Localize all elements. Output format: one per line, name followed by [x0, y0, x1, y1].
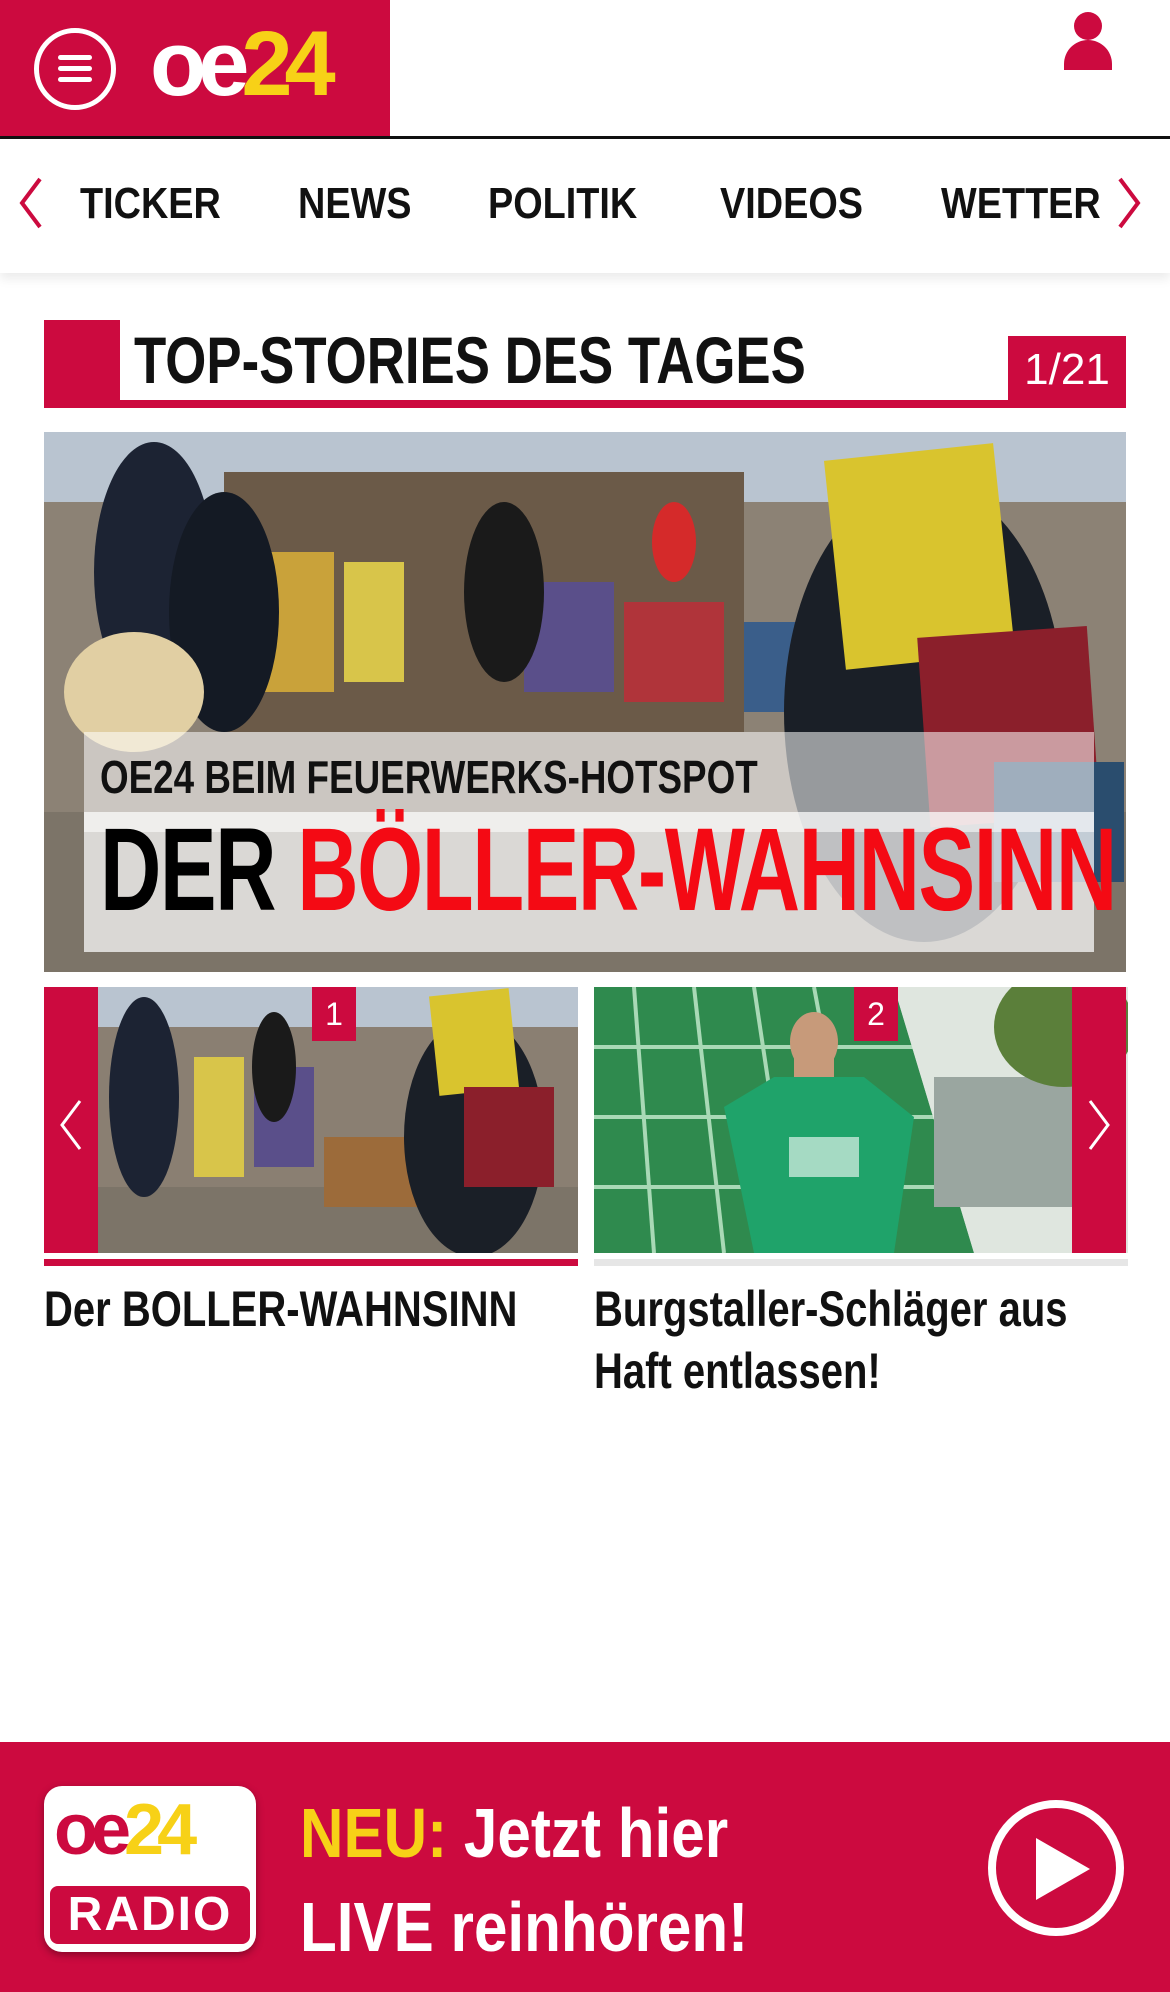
card-title[interactable]: Burgstaller-Schläger aus Haft entlassen!	[594, 1278, 1122, 1402]
nav-item-politik[interactable]: POLITIK	[488, 179, 637, 229]
story-counter: 1/21	[1008, 336, 1126, 400]
radio-banner[interactable]: oe24 RADIO NEU: Jetzt hier LIVE reinhöre…	[0, 1742, 1170, 1992]
card-title[interactable]: Der BOLLER-WAHNSINN	[44, 1278, 572, 1340]
card-thumbnail: 2	[594, 987, 1128, 1253]
section-heading: TOP-STORIES DES TAGES 1/21	[44, 320, 1126, 408]
play-icon	[1036, 1838, 1090, 1900]
story-carousel: 1 Der BOLLER-WAHNSINN 2 Burgstaller-Schl…	[44, 987, 1128, 1407]
section-title: TOP-STORIES DES TAGES	[134, 323, 806, 397]
logo-24: 24	[241, 13, 335, 115]
card-indicator-bar	[44, 1259, 578, 1266]
radio-neu-label: NEU:	[300, 1794, 448, 1872]
story-card[interactable]: 2 Burgstaller-Schläger aus Haft entlasse…	[594, 987, 1128, 1402]
brand-box: oe24	[0, 0, 390, 136]
radio-logo-oe: oe	[54, 1790, 131, 1870]
hero-story[interactable]: OE24 BEIM FEUERWERKS-HOTSPOT DER BÖLLER-…	[44, 432, 1126, 972]
hamburger-menu-icon[interactable]	[34, 28, 116, 110]
radio-logo-label: RADIO	[50, 1886, 250, 1944]
oe24-radio-logo: oe24 RADIO	[44, 1786, 256, 1952]
nav-item-videos[interactable]: VIDEOS	[720, 179, 863, 229]
oe24-logo[interactable]: oe24	[150, 18, 336, 110]
radio-promo-text: NEU: Jetzt hier LIVE reinhören!	[300, 1786, 748, 1974]
nav-item-news[interactable]: NEWS	[298, 179, 412, 229]
card-number-badge: 1	[312, 987, 356, 1041]
carousel-next-button[interactable]	[1072, 987, 1126, 1253]
carousel-prev-button[interactable]	[44, 987, 98, 1253]
radio-promo-line-1: NEU: Jetzt hier	[300, 1786, 748, 1880]
card-thumbnail: 1	[44, 987, 578, 1253]
site-header: oe24	[0, 0, 1170, 139]
chevron-right-icon	[1088, 1100, 1110, 1150]
user-icon[interactable]	[1062, 12, 1114, 70]
nav-item-wetter[interactable]: WETTER	[941, 179, 1101, 229]
radio-line1-rest: Jetzt hier	[447, 1794, 729, 1872]
card-number-badge: 2	[854, 987, 898, 1041]
radio-promo-line-2: LIVE reinhören!	[300, 1888, 749, 1966]
radio-logo-wordmark: oe24	[54, 1794, 197, 1866]
nav-item-ticker[interactable]: TICKER	[80, 179, 221, 229]
hero-headline-red: BÖLLER-WAHNSINN	[297, 804, 1117, 936]
card-indicator-bar	[594, 1259, 1128, 1266]
heading-accent-block	[44, 320, 120, 408]
hero-headline: DER BÖLLER-WAHNSINN	[100, 802, 1117, 938]
category-nav: TICKER NEWS POLITIK VIDEOS WETTER	[0, 139, 1170, 273]
heading-underline	[44, 400, 1126, 408]
logo-oe: oe	[150, 13, 249, 115]
radio-logo-24: 24	[124, 1790, 197, 1870]
hero-headline-black: DER	[100, 804, 277, 936]
story-card[interactable]: 1 Der BOLLER-WAHNSINN	[44, 987, 578, 1340]
play-button[interactable]	[988, 1800, 1124, 1936]
hero-kicker: OE24 BEIM FEUERWERKS-HOTSPOT	[100, 751, 758, 803]
chevron-left-icon[interactable]	[16, 173, 46, 233]
chevron-left-icon	[60, 1100, 82, 1150]
chevron-right-icon[interactable]	[1114, 173, 1144, 233]
